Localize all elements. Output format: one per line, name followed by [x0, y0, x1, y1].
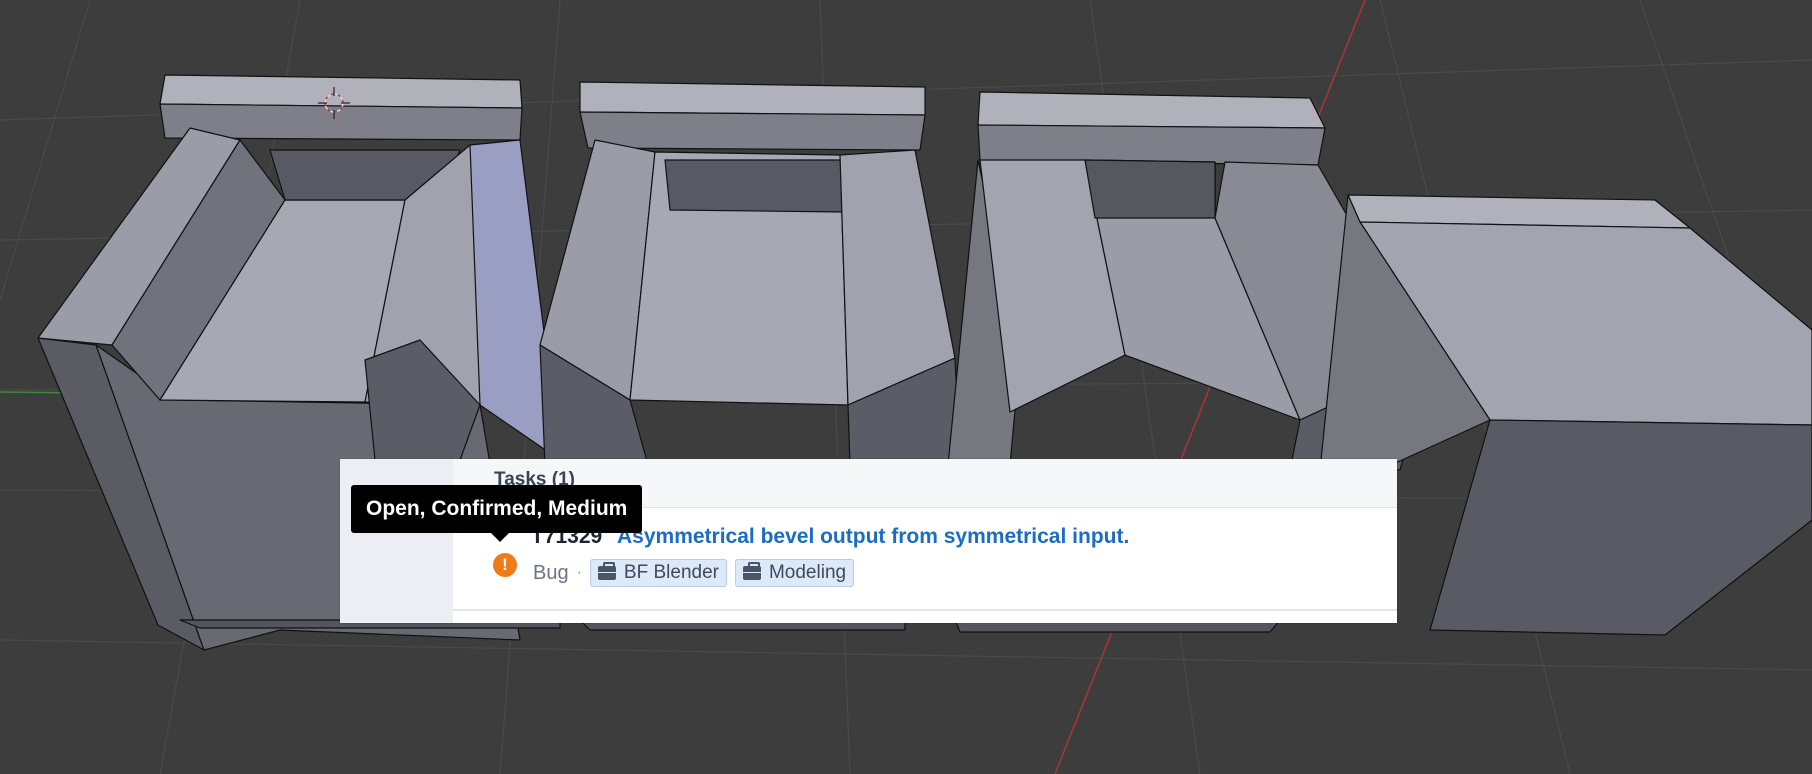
meta-separator: ·: [576, 564, 582, 581]
tooltip-text: Open, Confirmed, Medium: [366, 497, 628, 520]
task-title-link[interactable]: Asymmetrical bevel output from symmetric…: [617, 525, 1129, 549]
task-meta: Bug · BF Blender Modeling: [533, 558, 862, 588]
task-subtype: Bug: [533, 561, 569, 584]
status-tooltip: Open, Confirmed, Medium: [351, 485, 643, 542]
mesh-object-2[interactable]: [539, 81, 961, 466]
tag-bf-blender[interactable]: BF Blender: [589, 559, 727, 587]
briefcase-icon: [742, 562, 761, 580]
briefcase-icon: [597, 562, 616, 580]
tooltip-arrow: [491, 533, 509, 542]
tag-label: BF Blender: [623, 562, 719, 583]
tag-label: Modeling: [768, 562, 847, 583]
3d-viewport[interactable]: [0, 0, 1812, 774]
row-divider: [453, 609, 1397, 611]
panel-gutter: [340, 459, 453, 623]
exclamation-circle-icon[interactable]: !: [493, 553, 517, 577]
tag-modeling[interactable]: Modeling: [734, 559, 855, 587]
